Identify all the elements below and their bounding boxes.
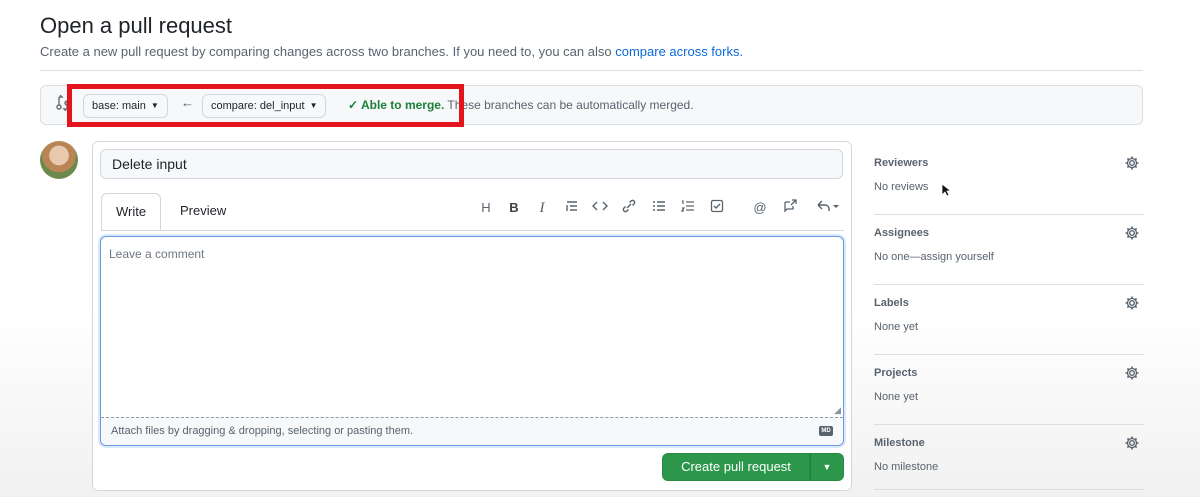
comment-editor: ◢ Attach files by dragging & dropping, s… — [100, 236, 844, 446]
numbered-list-icon[interactable] — [679, 199, 697, 217]
mention-icon[interactable]: @ — [751, 199, 769, 217]
italic-icon[interactable]: I — [533, 199, 551, 217]
sidebar-value: None yet — [874, 391, 919, 403]
file-attach-bar[interactable]: Attach files by dragging & dropping, sel… — [101, 417, 843, 445]
sidebar-heading: Milestone — [874, 437, 925, 449]
gear-icon[interactable] — [1124, 155, 1140, 171]
sidebar-heading: Reviewers — [874, 157, 929, 169]
sidebar-milestone: Milestone No milestone — [874, 425, 1144, 490]
merge-status: ✓ Able to merge. These branches can be a… — [348, 98, 694, 112]
gear-icon[interactable] — [1124, 435, 1140, 451]
sidebar-heading: Projects — [874, 367, 918, 379]
sidebar-assignees: Assignees No one—assign yourself — [874, 215, 1144, 285]
sidebar-reviewers: Reviewers No reviews — [874, 145, 1144, 215]
quote-icon[interactable] — [563, 199, 581, 217]
heading-icon[interactable]: H — [477, 199, 495, 217]
undo-icon[interactable] — [815, 199, 841, 217]
bulleted-list-icon[interactable] — [650, 199, 668, 217]
attach-files-text: Attach files by dragging & dropping, sel… — [111, 425, 414, 437]
code-icon[interactable] — [591, 199, 609, 217]
resize-handle-icon[interactable]: ◢ — [834, 405, 841, 416]
sidebar-heading: Assignees — [874, 227, 930, 239]
create-pr-button-group: Create pull request ▼ — [662, 453, 844, 481]
gear-icon[interactable] — [1124, 365, 1140, 381]
tab-divider — [101, 230, 844, 231]
markdown-icon[interactable]: MD — [819, 426, 833, 436]
compare-branch-label: compare: del_input — [211, 100, 305, 112]
git-compare-icon — [56, 94, 70, 113]
create-pull-request-button[interactable]: Create pull request — [662, 453, 810, 481]
merge-ok-label: ✓ Able to merge. — [348, 98, 445, 112]
header-divider — [40, 70, 1143, 71]
arrow-left-icon: ← — [181, 95, 194, 110]
page-subtitle: Create a new pull request by comparing c… — [40, 44, 743, 59]
sidebar-projects: Projects None yet — [874, 355, 1144, 425]
branch-range-bar: base: main ▼ ← compare: del_input ▼ ✓ Able… — [40, 85, 1143, 125]
caret-down-icon: ▼ — [309, 101, 318, 110]
sidebar-value: No milestone — [874, 461, 939, 473]
base-branch-select[interactable]: base: main ▼ — [83, 94, 168, 118]
submit-options-caret-icon[interactable]: ▼ — [810, 453, 844, 481]
tab-preview[interactable]: Preview — [166, 193, 240, 231]
bold-icon[interactable]: B — [505, 199, 523, 217]
sidebar-value: No reviews — [874, 181, 929, 193]
compare-branch-select[interactable]: compare: del_input ▼ — [202, 94, 327, 118]
merge-status-text: These branches can be automatically merg… — [447, 98, 694, 112]
sidebar-value: None yet — [874, 321, 919, 333]
sidebar-heading: Labels — [874, 297, 909, 309]
tab-write[interactable]: Write — [101, 193, 162, 231]
page-title: Open a pull request — [40, 13, 233, 38]
link-icon[interactable] — [620, 199, 638, 217]
reference-icon[interactable] — [781, 199, 799, 217]
pr-title-input[interactable] — [100, 149, 843, 179]
sidebar-labels: Labels None yet — [874, 285, 1144, 355]
gear-icon[interactable] — [1124, 295, 1140, 311]
caret-down-icon: ▼ — [150, 101, 159, 110]
task-list-icon[interactable] — [708, 199, 726, 217]
avatar[interactable] — [40, 141, 78, 179]
base-branch-label: base: main — [92, 100, 146, 112]
compare-across-forks-link[interactable]: compare across forks. — [615, 44, 743, 59]
mouse-cursor-icon — [941, 183, 953, 197]
comment-textarea[interactable] — [101, 237, 843, 417]
sidebar-value[interactable]: No one—assign yourself — [874, 251, 994, 263]
subtitle-text: Create a new pull request by comparing c… — [40, 44, 616, 59]
gear-icon[interactable] — [1124, 225, 1140, 241]
